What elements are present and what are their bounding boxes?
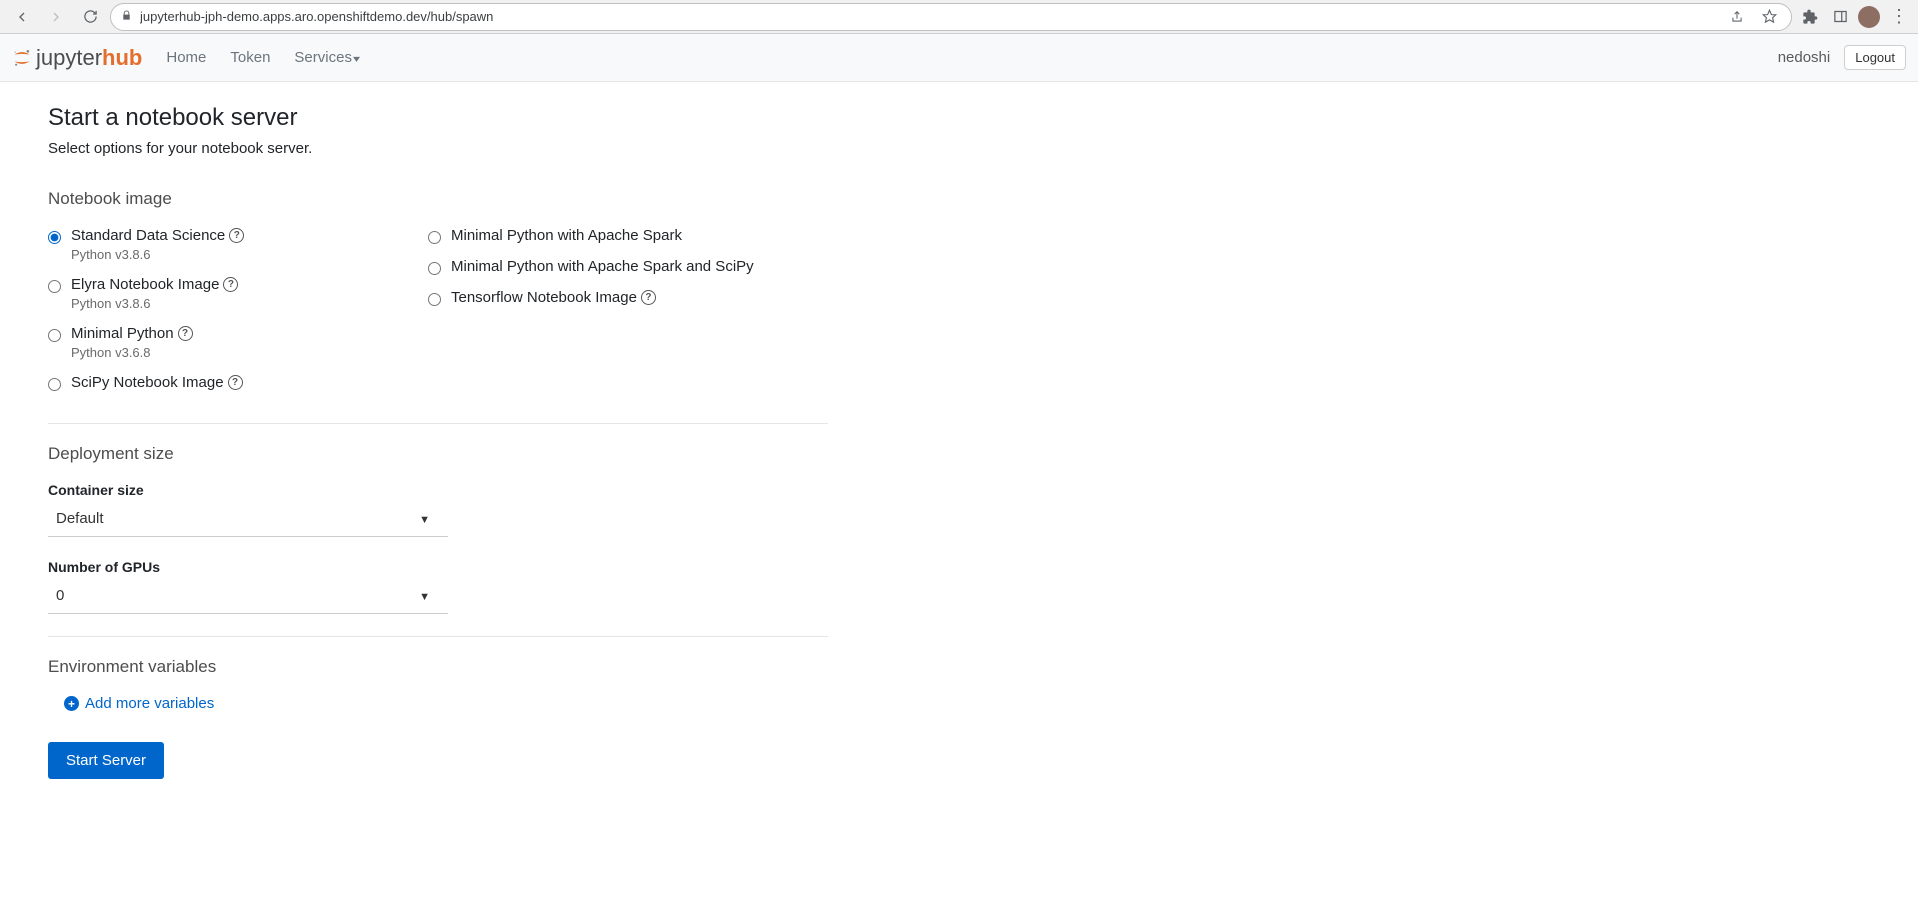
notebook-image-label: Standard Data Science? xyxy=(71,227,244,244)
notebook-image-radio[interactable] xyxy=(428,293,441,306)
notebook-image-label: Minimal Python with Apache Spark xyxy=(451,227,682,244)
notebook-image-option[interactable]: Standard Data Science? Python v3.8.6 xyxy=(48,227,408,262)
gpu-count-label: Number of GPUs xyxy=(48,559,752,575)
notebook-image-option[interactable]: SciPy Notebook Image? xyxy=(48,374,408,391)
notebook-image-sublabel: Python v3.8.6 xyxy=(71,247,244,262)
help-icon[interactable]: ? xyxy=(178,326,193,341)
help-icon[interactable]: ? xyxy=(228,375,243,390)
page-title: Start a notebook server xyxy=(48,104,752,132)
notebook-image-radio[interactable] xyxy=(48,378,61,391)
extensions-icon[interactable] xyxy=(1798,5,1822,29)
help-icon[interactable]: ? xyxy=(641,290,656,305)
container-size-select[interactable]: Default ▼ xyxy=(48,504,448,537)
section-env-vars: Environment variables xyxy=(48,657,752,677)
notebook-image-label: Tensorflow Notebook Image? xyxy=(451,289,656,306)
notebook-image-sublabel: Python v3.8.6 xyxy=(71,296,238,311)
notebook-image-label: Elyra Notebook Image? xyxy=(71,276,238,293)
reload-button[interactable] xyxy=(76,3,104,31)
notebook-image-radio[interactable] xyxy=(428,231,441,244)
notebook-image-option[interactable]: Elyra Notebook Image? Python v3.8.6 xyxy=(48,276,408,311)
notebook-image-radio[interactable] xyxy=(48,329,61,342)
notebook-image-radio[interactable] xyxy=(428,262,441,275)
help-icon[interactable]: ? xyxy=(223,277,238,292)
nav-services-label: Services xyxy=(294,49,352,66)
nav-services[interactable]: Services▾ xyxy=(282,41,371,74)
url-text: jupyterhub-jph-demo.apps.aro.openshiftde… xyxy=(140,9,1717,24)
divider xyxy=(48,423,828,424)
star-icon[interactable] xyxy=(1757,5,1781,29)
back-button[interactable] xyxy=(8,3,36,31)
chevron-down-icon: ▾ xyxy=(353,54,360,65)
lock-icon xyxy=(121,10,132,24)
notebook-image-label: Minimal Python? xyxy=(71,325,193,342)
logout-button[interactable]: Logout xyxy=(1844,45,1906,70)
plus-icon: + xyxy=(64,696,79,711)
container-size-label: Container size xyxy=(48,482,752,498)
chevron-down-icon: ▼ xyxy=(419,514,430,526)
nav-token[interactable]: Token xyxy=(218,41,282,74)
gpu-count-select[interactable]: 0 ▼ xyxy=(48,581,448,614)
add-variables-button[interactable]: + Add more variables xyxy=(64,695,752,712)
notebook-image-label: Minimal Python with Apache Spark and Sci… xyxy=(451,258,754,275)
chevron-down-icon: ▼ xyxy=(419,591,430,603)
page-subtitle: Select options for your notebook server. xyxy=(48,140,752,157)
panel-icon[interactable] xyxy=(1828,5,1852,29)
container-size-value: Default xyxy=(56,510,104,527)
username-display: nedoshi xyxy=(1778,49,1831,66)
notebook-image-option[interactable]: Minimal Python? Python v3.6.8 xyxy=(48,325,408,360)
browser-toolbar: jupyterhub-jph-demo.apps.aro.openshiftde… xyxy=(0,0,1918,34)
section-notebook-image: Notebook image xyxy=(48,189,752,209)
app-navbar: jupyterhub Home Token Services▾ nedoshi … xyxy=(0,34,1918,82)
nav-home[interactable]: Home xyxy=(154,41,218,74)
jupyterhub-logo[interactable]: jupyterhub xyxy=(12,45,142,71)
profile-avatar[interactable] xyxy=(1858,6,1880,28)
section-deployment-size: Deployment size xyxy=(48,444,752,464)
help-icon[interactable]: ? xyxy=(229,228,244,243)
notebook-image-option[interactable]: Minimal Python with Apache Spark and Sci… xyxy=(428,258,788,275)
gpu-count-value: 0 xyxy=(56,587,64,604)
notebook-image-sublabel: Python v3.6.8 xyxy=(71,345,193,360)
divider xyxy=(48,636,828,637)
address-bar[interactable]: jupyterhub-jph-demo.apps.aro.openshiftde… xyxy=(110,3,1792,31)
forward-button[interactable] xyxy=(42,3,70,31)
jupyter-icon xyxy=(12,48,32,68)
logo-text-jupyter: jupyter xyxy=(36,45,102,70)
add-variables-label: Add more variables xyxy=(85,695,214,712)
notebook-image-label: SciPy Notebook Image? xyxy=(71,374,243,391)
notebook-image-option[interactable]: Tensorflow Notebook Image? xyxy=(428,289,788,306)
main-content: Start a notebook server Select options f… xyxy=(0,82,800,801)
logo-text-hub: hub xyxy=(102,45,142,70)
notebook-image-option[interactable]: Minimal Python with Apache Spark xyxy=(428,227,788,244)
start-server-button[interactable]: Start Server xyxy=(48,742,164,779)
chrome-menu-icon[interactable]: ⋮ xyxy=(1886,5,1910,29)
notebook-image-radio[interactable] xyxy=(48,280,61,293)
notebook-image-radio[interactable] xyxy=(48,231,61,244)
share-icon[interactable] xyxy=(1725,5,1749,29)
